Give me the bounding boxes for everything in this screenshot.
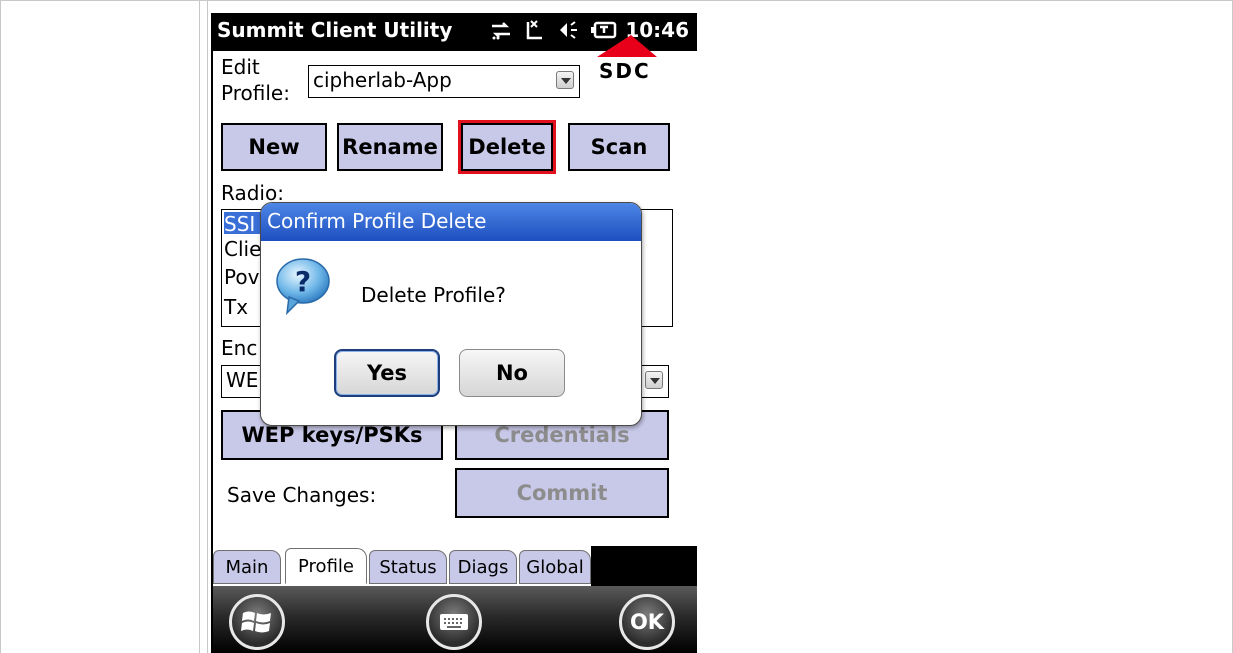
speaker-icon[interactable] [557,18,581,42]
delete-button[interactable]: Delete [458,120,556,174]
frame-top-line [0,0,1233,1]
logo-roof-left [597,35,631,57]
tab-status[interactable]: Status [369,550,447,584]
keyboard-icon [440,614,468,630]
commit-button[interactable]: Commit [455,468,669,518]
logo-text: SDC [599,59,651,83]
dialog-message: Delete Profile? [361,283,506,307]
confirm-dialog: Confirm Profile Delete ? Delete Profile?… [260,202,642,426]
device-screen: Summit Client Utility 10:46 Edit Profile… [213,13,697,653]
profile-label: Profile: [221,81,290,105]
encryption-select-value: WE [226,368,259,392]
frame-left-line [0,0,1,653]
new-button[interactable]: New [221,123,327,171]
tab-global[interactable]: Global [519,550,591,584]
save-changes-label: Save Changes: [227,483,377,507]
ok-button[interactable]: OK [619,594,675,650]
tab-main[interactable]: Main [213,550,281,584]
tab-profile[interactable]: Profile [285,548,367,584]
chevron-down-icon[interactable] [556,71,574,89]
tab-strip: Main Profile Status Diags Global [213,546,697,586]
bottom-bar: OK [213,586,697,653]
question-icon: ? [273,255,333,316]
scan-button[interactable]: Scan [568,123,670,171]
frame-column-line [199,0,200,653]
windows-icon [241,611,271,633]
sync-icon[interactable] [489,18,513,42]
tab-diags[interactable]: Diags [449,550,517,584]
edit-label: Edit [221,55,260,79]
frame-column-line [207,0,208,653]
list-item[interactable]: SSI [224,212,264,236]
dialog-title: Confirm Profile Delete [261,203,641,241]
list-item[interactable]: Clie [224,237,261,261]
list-item[interactable]: Pov [224,265,259,289]
svg-text:?: ? [295,265,311,298]
rename-button[interactable]: Rename [337,123,443,171]
list-item[interactable]: Tx [224,295,248,319]
app-title: Summit Client Utility [217,18,453,42]
keyboard-button[interactable] [426,594,482,650]
profile-select-value: cipherlab-App [313,68,452,92]
logo-roof-right [631,35,657,57]
tab-strip-filler [591,546,697,586]
signal-icon[interactable] [523,18,547,42]
profile-select[interactable]: cipherlab-App [308,65,580,98]
encryption-label: Enc [221,336,258,360]
sdc-logo: SDC [589,35,659,87]
yes-button[interactable]: Yes [334,349,440,397]
chevron-down-icon[interactable] [645,371,663,389]
no-button[interactable]: No [459,349,565,397]
windows-start-button[interactable] [229,594,285,650]
